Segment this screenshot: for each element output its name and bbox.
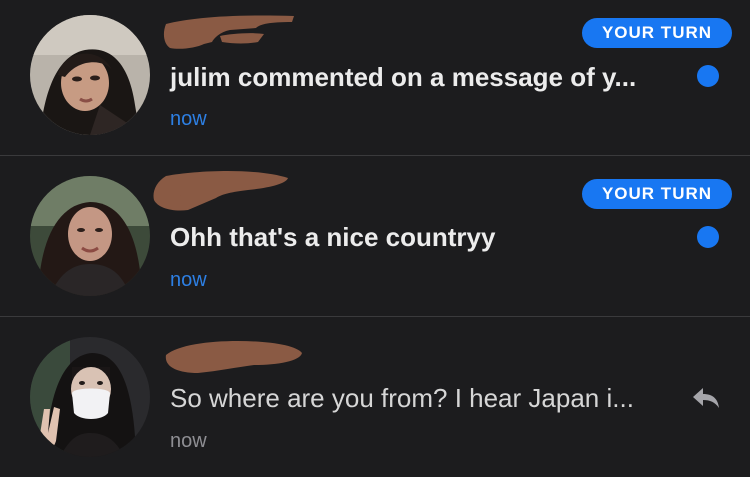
message-preview: Ohh that's a nice countryy: [170, 222, 496, 252]
redacted-name: [148, 164, 298, 216]
your-turn-badge: YOUR TURN: [582, 179, 732, 209]
timestamp: now: [170, 108, 207, 130]
avatar[interactable]: [30, 337, 150, 457]
message-preview: julim commented on a message of y...: [170, 62, 637, 92]
your-turn-badge: YOUR TURN: [582, 18, 732, 48]
redacted-name: [160, 8, 300, 56]
unread-dot-icon: [697, 226, 719, 248]
conversation-row[interactable]: So where are you from? I hear Japan i...…: [0, 317, 750, 477]
conversation-row[interactable]: YOUR TURN julim commented on a message o…: [0, 0, 750, 155]
unread-dot-icon: [697, 65, 719, 87]
avatar[interactable]: [30, 15, 150, 135]
avatar[interactable]: [30, 176, 150, 296]
timestamp: now: [170, 269, 207, 291]
reply-arrow-icon[interactable]: [691, 385, 721, 416]
message-preview: So where are you from? I hear Japan i...: [170, 383, 634, 413]
redacted-name: [158, 333, 308, 379]
timestamp: now: [170, 430, 207, 452]
conversation-row[interactable]: YOUR TURN Ohh that's a nice countryy now: [0, 156, 750, 316]
